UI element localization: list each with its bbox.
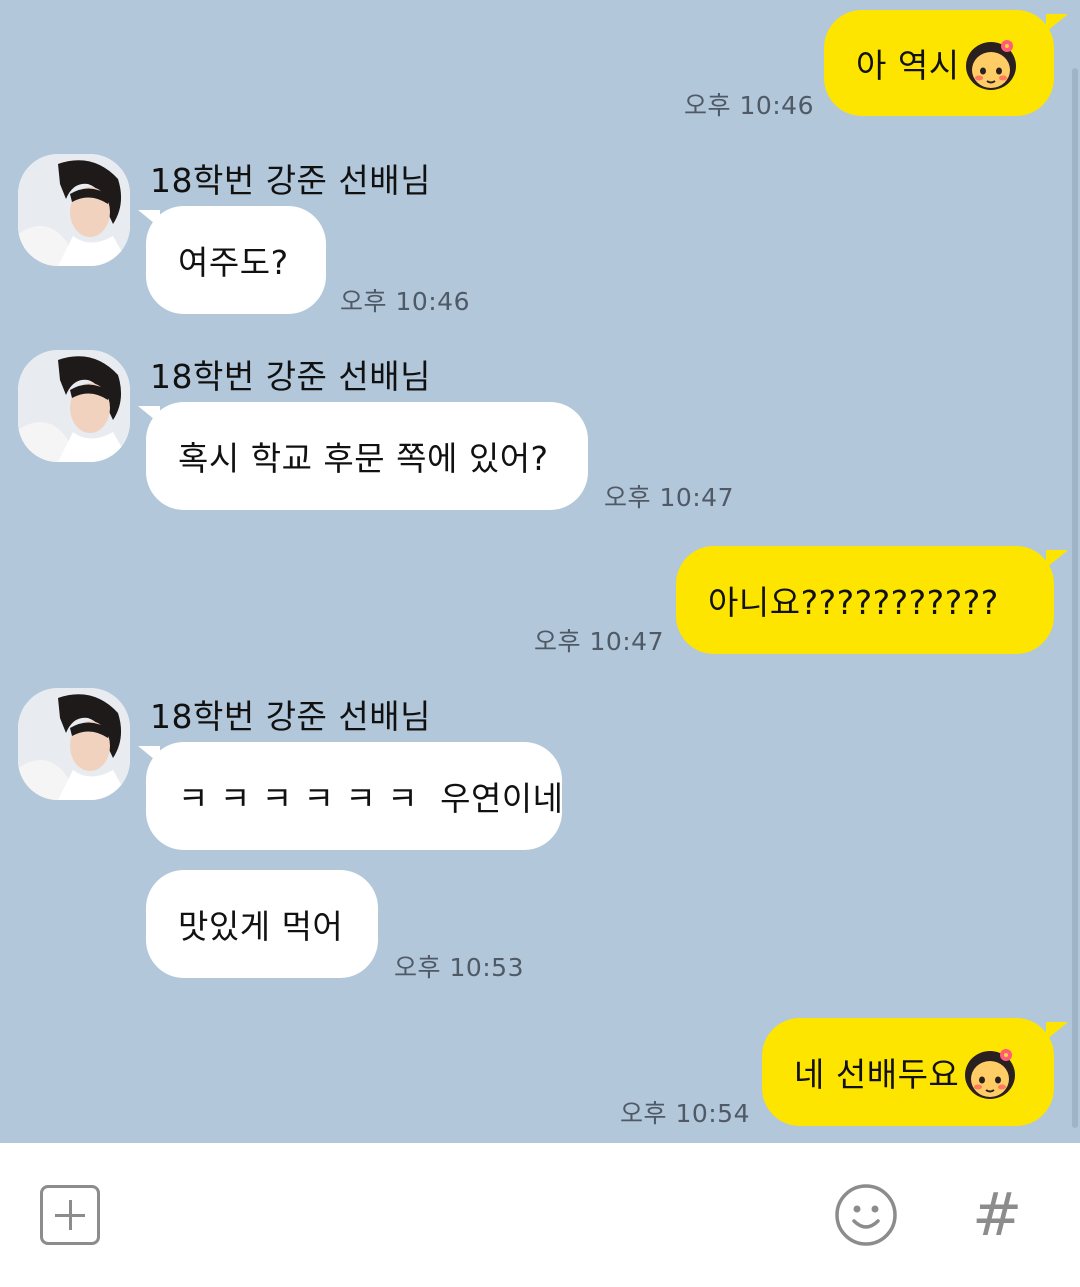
message-text: ㅋ ㅋ ㅋ ㅋ ㅋ ㅋ 우연이네 xyxy=(178,779,564,818)
outgoing-message-bubble[interactable]: 네 선배두요 xyxy=(762,1018,1054,1126)
blushing-girl-emoticon-icon xyxy=(965,40,1016,90)
message-time: 오후 10:46 xyxy=(684,91,814,120)
sender-name: 18학번 강준 선배님 xyxy=(150,697,431,736)
input-bar: # xyxy=(0,1143,1080,1287)
incoming-message-bubble[interactable]: 여주도? xyxy=(146,206,326,314)
incoming-message-bubble[interactable]: 맛있게 먹어 xyxy=(146,870,378,978)
scrollbar[interactable] xyxy=(1072,68,1078,1128)
message-time: 오후 10:53 xyxy=(394,953,524,982)
message-text: 아 역시 xyxy=(856,46,960,85)
message-text: 네 선배두요 xyxy=(794,1055,960,1094)
plus-icon[interactable] xyxy=(40,1185,100,1245)
avatar[interactable] xyxy=(18,688,130,800)
avatar[interactable] xyxy=(18,154,130,266)
sender-name: 18학번 강준 선배님 xyxy=(150,357,431,396)
message-time: 오후 10:46 xyxy=(340,287,470,316)
message-time: 오후 10:54 xyxy=(620,1099,750,1128)
chat-area[interactable]: 오후 10:46 아 역시 18학번 강준 선배님 여주도? 오후 10:46 … xyxy=(0,0,1080,1143)
bubble-tail xyxy=(1046,1022,1068,1040)
message-time: 오후 10:47 xyxy=(604,483,734,512)
hash-icon[interactable]: # xyxy=(972,1179,1022,1251)
avatar[interactable] xyxy=(18,350,130,462)
message-text: 맛있게 먹어 xyxy=(178,907,344,946)
outgoing-message-bubble[interactable]: 아 역시 xyxy=(824,10,1054,116)
incoming-message-bubble[interactable]: ㅋ ㅋ ㅋ ㅋ ㅋ ㅋ 우연이네 xyxy=(146,742,564,850)
message-text: 아니요??????????? xyxy=(708,583,999,622)
message-time: 오후 10:47 xyxy=(534,627,664,656)
profile-photo xyxy=(18,154,130,266)
blushing-girl-emoticon-icon xyxy=(965,1049,1016,1099)
bubble-tail xyxy=(1046,14,1068,32)
profile-photo xyxy=(18,688,130,800)
outgoing-message-bubble[interactable]: 아니요??????????? xyxy=(676,546,1054,654)
profile-photo xyxy=(18,350,130,462)
bubble-tail xyxy=(1046,550,1068,568)
smiley-icon[interactable] xyxy=(834,1183,898,1247)
sender-name: 18학번 강준 선배님 xyxy=(150,161,431,200)
message-text: 혹시 학교 후문 쪽에 있어? xyxy=(178,439,549,478)
message-text: 여주도? xyxy=(178,243,289,282)
incoming-message-bubble[interactable]: 혹시 학교 후문 쪽에 있어? xyxy=(146,402,588,510)
